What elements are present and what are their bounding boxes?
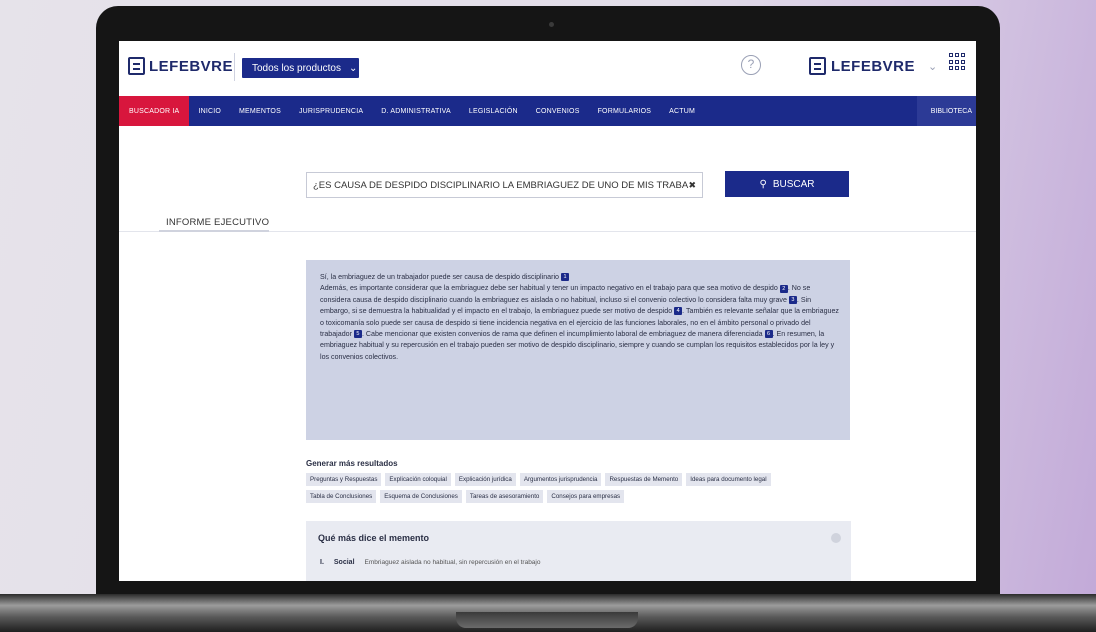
chip-tabla-conclusiones[interactable]: Tabla de Conclusiones [306, 490, 377, 503]
nav-convenios[interactable]: CONVENIOS [527, 96, 589, 126]
report-sentence-1: Sí, la embriaguez de un trabajador puede… [320, 273, 559, 281]
nav-inicio[interactable]: INICIO [189, 96, 230, 126]
nav-buscador-ia[interactable]: BUSCADOR IA [119, 96, 190, 126]
logo-mark-icon [128, 57, 145, 75]
search-input[interactable]: ¿ES CAUSA DE DESPIDO DISCIPLINARIO LA EM… [306, 172, 703, 198]
products-label: Todos los productos [252, 62, 341, 74]
report-paragraph: Además, es importante considerar que la … [320, 284, 839, 361]
laptop-notch [456, 612, 638, 628]
generate-more-title: Generar más resultados [306, 459, 398, 468]
report-sentence-2: Además, es importante considerar que la … [320, 284, 778, 293]
section-tab-underline [159, 230, 269, 232]
lefebvre-logo[interactable]: LEFEBVRE [128, 57, 233, 75]
chip-ideas-documento-legal[interactable]: Ideas para documento legal [686, 473, 771, 486]
logo-text: LEFEBVRE [149, 57, 234, 75]
reference-1-badge[interactable]: 1 [560, 273, 569, 282]
question-icon[interactable]: ? [741, 55, 761, 75]
memento-title: Qué más dice el memento [318, 533, 430, 543]
memento-panel: Qué más dice el memento I. Social Embria… [306, 521, 851, 581]
reference-4-badge[interactable]: 4 [674, 307, 683, 316]
chevron-down-icon: ⌄ [928, 60, 938, 73]
nav-legislacion[interactable]: LEGISLACIÓN [460, 96, 527, 126]
search-icon: ⚲ [759, 178, 767, 190]
nav-jurisprudencia[interactable]: JURISPRUDENCIA [290, 96, 372, 126]
screen: LEFEBVRE Todos los productos ⌄ ? LEFEBVR… [119, 41, 976, 581]
search-button[interactable]: ⚲ BUSCAR [725, 171, 849, 197]
nav-biblioteca[interactable]: BIBLIOTECA [916, 96, 976, 126]
nav-mementos[interactable]: MEMENTOS [230, 96, 290, 126]
collapse-toggle-icon[interactable] [831, 533, 841, 543]
report-sentence-6: Cabe mencionar que existen convenios de … [365, 330, 763, 339]
reference-6-badge[interactable]: 6 [764, 330, 773, 339]
memento-row-number: I. [320, 559, 324, 566]
logo-mark-icon [809, 57, 826, 75]
nav-d-administrativa[interactable]: D. ADMINISTRATIVA [372, 96, 460, 126]
memento-row[interactable]: I. Social Embriaguez aislada no habitual… [320, 559, 541, 566]
top-header: LEFEBVRE Todos los productos ⌄ ? LEFEBVR… [119, 41, 976, 91]
search-value: ¿ES CAUSA DE DESPIDO DISCIPLINARIO LA EM… [313, 180, 689, 191]
chip-tareas-asesoramiento[interactable]: Tareas de asesoramiento [465, 490, 544, 503]
apps-grid-icon[interactable] [949, 53, 967, 71]
reference-2-badge[interactable]: 2 [779, 284, 788, 293]
chevron-down-icon: ⌄ [348, 62, 358, 74]
reference-5-badge[interactable]: 5 [353, 330, 362, 339]
search-button-label: BUSCAR [772, 178, 815, 190]
clear-icon[interactable]: ✖ [688, 180, 696, 191]
executive-report: Sí, la embriaguez de un trabajador puede… [306, 260, 850, 440]
section-title: INFORME EJECUTIVO [166, 217, 270, 228]
main-nav: BUSCADOR IA INICIO MEMENTOS JURISPRUDENC… [119, 96, 976, 126]
chip-explicacion-juridica[interactable]: Explicación jurídica [454, 473, 516, 486]
generate-chips: Preguntas y Respuestas Explicación coloq… [306, 473, 826, 503]
chip-respuestas-memento[interactable]: Respuestas de Memento [605, 473, 683, 486]
products-dropdown[interactable]: Todos los productos ⌄ [242, 58, 359, 78]
account-menu[interactable]: LEFEBVRE ⌄ [809, 57, 937, 75]
chip-consejos-empresas[interactable]: Consejos para empresas [547, 490, 625, 503]
nav-actum[interactable]: ACTUM [660, 96, 704, 126]
memento-row-label: Social [333, 559, 355, 566]
chip-explicacion-coloquial[interactable]: Explicación coloquial [385, 473, 451, 486]
report-paragraph: Sí, la embriaguez de un trabajador puede… [320, 272, 840, 283]
account-logo-text: LEFEBVRE [831, 57, 916, 75]
header-divider [234, 53, 235, 81]
camera-dot [549, 22, 554, 27]
memento-row-text: Embriaguez aislada no habitual, sin repe… [364, 559, 541, 566]
chip-esquema-conclusiones[interactable]: Esquema de Conclusiones [380, 490, 462, 503]
chip-preguntas-respuestas[interactable]: Preguntas y Respuestas [306, 473, 382, 486]
reference-3-badge[interactable]: 3 [788, 295, 797, 304]
nav-formularios[interactable]: FORMULARIOS [589, 96, 661, 126]
chip-argumentos-jurisprudencia[interactable]: Argumentos jurisprudencia [519, 473, 602, 486]
